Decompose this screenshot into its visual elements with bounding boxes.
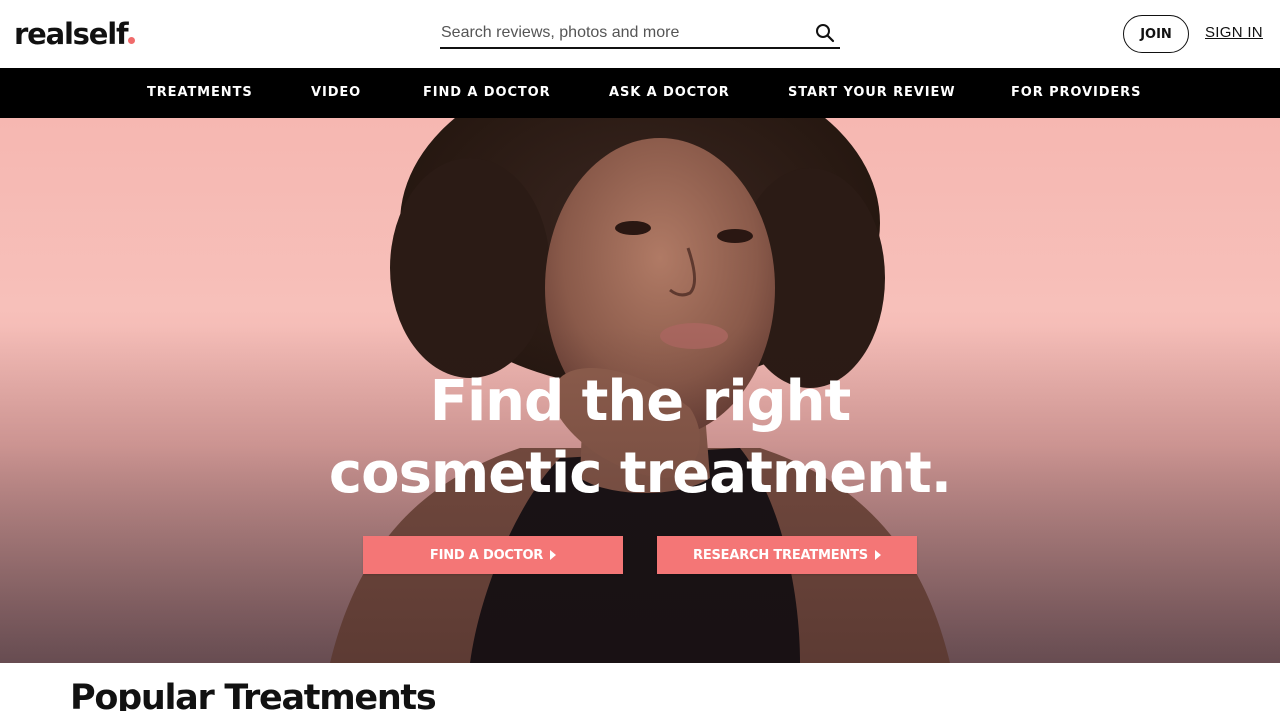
search-icon[interactable] [810,19,840,47]
find-a-doctor-label: FIND A DOCTOR [429,547,544,563]
main-nav: TREATMENTS VIDEO FIND A DOCTOR ASK A DOC… [0,68,1280,118]
popular-treatments-heading: Popular Treatments [70,678,437,711]
nav-item-treatments[interactable]: TREATMENTS [147,85,253,100]
nav-item-video[interactable]: VIDEO [311,85,361,100]
research-treatments-button[interactable]: RESEARCH TREATMENTS [657,536,917,574]
nav-item-for-providers[interactable]: FOR PROVIDERS [1011,85,1141,100]
logo-text: realself [14,17,129,51]
research-treatments-label: RESEARCH TREATMENTS [693,547,868,563]
join-button[interactable]: JOIN [1123,15,1189,53]
realself-logo[interactable]: realself [14,16,136,52]
hero-title-line-1: Find the right [429,369,852,434]
sign-in-link[interactable]: SIGN IN [1205,24,1263,41]
find-a-doctor-button[interactable]: FIND A DOCTOR [363,536,623,574]
logo-dot [128,37,136,44]
nav-item-start-your-review[interactable]: START YOUR REVIEW [788,85,956,100]
hero-title-line-2: cosmetic treatment. [328,441,952,506]
hero-title: Find the right cosmetic treatment. [0,366,1280,510]
nav-item-find-a-doctor[interactable]: FIND A DOCTOR [423,85,551,100]
nav-item-ask-a-doctor[interactable]: ASK A DOCTOR [609,85,730,100]
search-bar [440,18,840,49]
play-arrow-icon [550,550,557,560]
play-arrow-icon [874,550,881,560]
site-header: realself JOIN SIGN IN [0,0,1280,68]
search-input[interactable] [440,18,810,47]
hero-banner: Find the right cosmetic treatment. FIND … [0,118,1280,663]
